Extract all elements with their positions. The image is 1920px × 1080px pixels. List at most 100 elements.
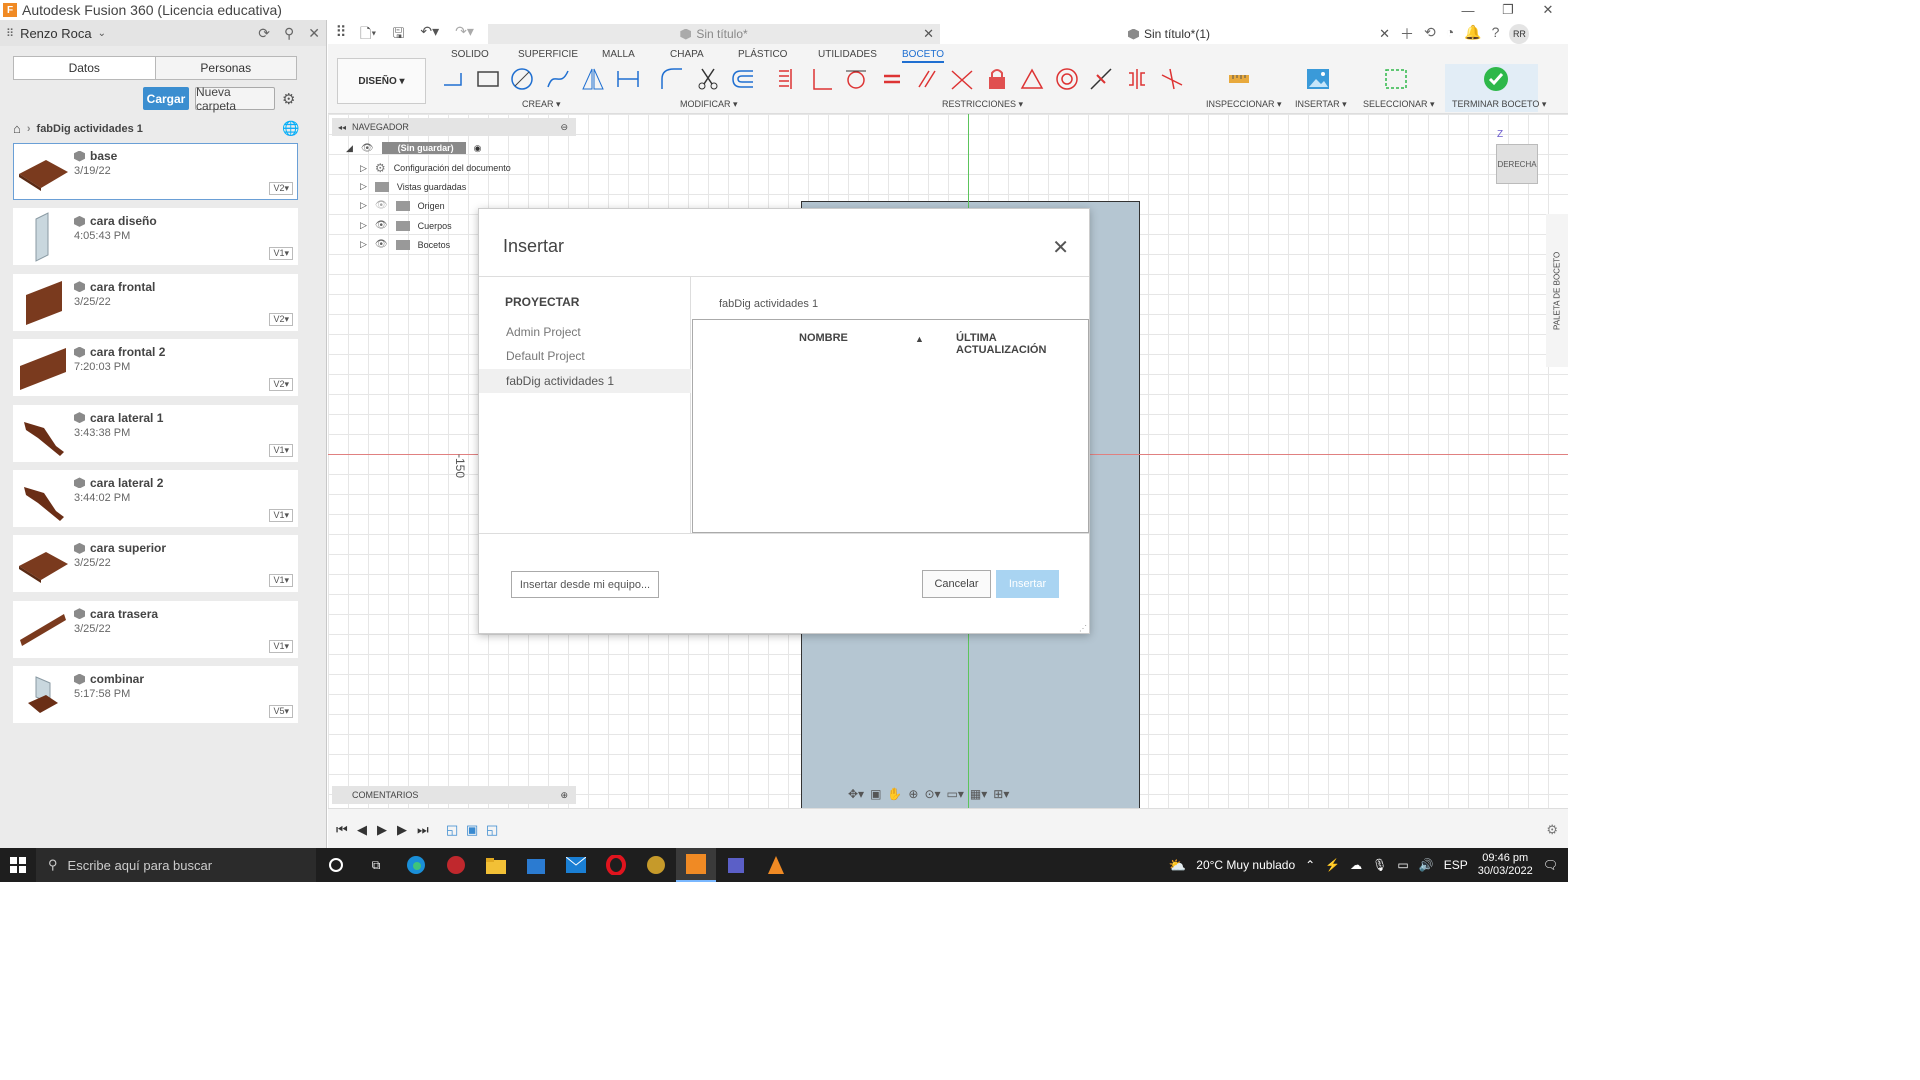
spline-tool-icon[interactable] xyxy=(545,66,571,92)
browser-item-config[interactable]: ▷ ⚙ Configuración del documento xyxy=(360,161,511,175)
grid-settings-icon[interactable]: ▦▾ xyxy=(970,787,987,805)
chevron-up-icon[interactable]: ⌃ xyxy=(1305,858,1315,872)
microphone-icon[interactable]: 🎙 xyxy=(1372,858,1387,872)
version-badge[interactable]: V2▾ xyxy=(269,312,293,326)
task-view-icon[interactable]: ⧉ xyxy=(356,848,396,882)
go-to-end-icon[interactable]: ⏭ xyxy=(417,822,429,838)
project-item-selected[interactable]: fabDig actividades 1 xyxy=(479,369,691,393)
file-explorer-icon[interactable] xyxy=(476,848,516,882)
browser-item-sketches[interactable]: ▷ 👁 Bocetos xyxy=(360,239,450,250)
file-item[interactable]: combinar 5:17:58 PM V5▾ xyxy=(13,666,298,724)
orbit-icon[interactable]: ✥▾ xyxy=(848,787,864,805)
app-grid-icon[interactable]: ⠿ xyxy=(328,20,354,44)
cancel-button[interactable]: Cancelar xyxy=(922,570,991,598)
tab-plastico[interactable]: PLÁSTICO xyxy=(738,49,787,60)
look-at-icon[interactable]: ▣ xyxy=(870,787,881,805)
finish-sketch-label[interactable]: TERMINAR BOCETO ▾ xyxy=(1452,99,1546,110)
close-tab-icon[interactable]: ✕ xyxy=(923,26,934,42)
version-badge[interactable]: V1▾ xyxy=(269,443,293,457)
select-window-icon[interactable] xyxy=(1383,66,1409,92)
zoom-icon[interactable]: ⊕ xyxy=(908,787,918,805)
expand-triangle-icon[interactable]: ▷ xyxy=(360,220,367,231)
measure-tool-icon[interactable] xyxy=(1226,66,1252,92)
teams-icon[interactable] xyxy=(716,848,756,882)
version-badge[interactable]: V1▾ xyxy=(269,508,293,522)
tab-solido[interactable]: SOLIDO xyxy=(451,49,489,60)
chevron-down-icon[interactable]: ⌄ xyxy=(98,28,106,39)
opera-icon[interactable] xyxy=(596,848,636,882)
file-item[interactable]: cara lateral 2 3:44:02 PM V1▾ xyxy=(13,469,298,527)
store-icon[interactable] xyxy=(516,848,556,882)
coincident-constraint-icon[interactable] xyxy=(774,66,800,92)
version-badge[interactable]: V1▾ xyxy=(269,639,293,653)
collapse-browser-icon[interactable]: ◂◂ xyxy=(338,123,346,132)
circle-tool-icon[interactable] xyxy=(509,66,535,92)
insert-image-icon[interactable] xyxy=(1305,66,1331,92)
close-dialog-icon[interactable]: ✕ xyxy=(1052,235,1069,260)
tab-chapa[interactable]: CHAPA xyxy=(670,49,704,60)
tab-sin-titulo-1[interactable]: Sin título*(1) ✕ xyxy=(942,24,1396,44)
expand-triangle-icon[interactable]: ▷ xyxy=(360,163,367,174)
fillet-tool-icon[interactable] xyxy=(659,66,685,92)
new-tab-icon[interactable]: ＋ xyxy=(1400,24,1414,44)
select-group-label[interactable]: SELECCIONAR ▾ xyxy=(1363,99,1435,110)
version-badge[interactable]: V1▾ xyxy=(269,247,293,261)
eye-icon[interactable]: 👁 xyxy=(375,239,388,250)
tab-superficie[interactable]: SUPERFICIE xyxy=(518,49,578,60)
offset-tool-icon[interactable] xyxy=(730,66,756,92)
project-item[interactable]: Admin Project xyxy=(479,320,691,344)
file-item[interactable]: cara trasera 3/25/22 V1▾ xyxy=(13,600,298,658)
clock[interactable]: 09:46 pm 30/03/2022 xyxy=(1478,852,1533,878)
vlc-icon[interactable] xyxy=(756,848,796,882)
grid-icon[interactable]: ⠿ xyxy=(6,27,14,40)
line-tool-icon[interactable] xyxy=(440,66,466,92)
mail-icon[interactable] xyxy=(556,848,596,882)
version-badge[interactable]: V2▾ xyxy=(269,182,293,195)
home-icon[interactable]: ⌂ xyxy=(13,121,21,136)
inspect-group-label[interactable]: INSPECCIONAR ▾ xyxy=(1206,99,1282,110)
eye-icon[interactable]: 👁 xyxy=(361,143,374,154)
file-item[interactable]: cara superior 3/25/22 V1▾ xyxy=(13,535,298,593)
close-tab-icon[interactable]: ✕ xyxy=(1379,26,1390,42)
browser-panel-header[interactable]: ◂◂ NAVEGADOR ⊖ xyxy=(332,118,576,136)
fit-icon[interactable]: ⊙▾ xyxy=(924,787,940,805)
refresh-icon[interactable]: ⟳ xyxy=(258,25,270,42)
play-icon[interactable]: ▶ xyxy=(377,822,387,838)
step-forward-icon[interactable]: ▶ xyxy=(397,822,407,838)
language-indicator[interactable]: ESP xyxy=(1444,858,1468,872)
file-item[interactable]: cara lateral 1 3:43:38 PM V1▾ xyxy=(13,404,298,462)
timeline-sketch-icon[interactable]: ◱ xyxy=(446,822,458,838)
battery-icon[interactable]: ▭ xyxy=(1397,858,1408,872)
collapse-triangle-icon[interactable]: ◢ xyxy=(346,143,353,154)
upload-button[interactable]: Cargar xyxy=(143,87,189,110)
browser-item-bodies[interactable]: ▷ 👁 Cuerpos xyxy=(360,220,452,231)
expand-triangle-icon[interactable]: ▷ xyxy=(360,239,367,250)
triangle-constraint-icon[interactable] xyxy=(1019,66,1045,92)
eye-hidden-icon[interactable]: 👁 xyxy=(375,200,388,211)
network-icon[interactable]: ⚡ xyxy=(1325,858,1340,872)
help-icon[interactable]: ? xyxy=(1492,24,1500,44)
pan-icon[interactable]: ✋ xyxy=(887,787,902,805)
midpoint-constraint-icon[interactable] xyxy=(1088,66,1114,92)
windows-start-icon[interactable] xyxy=(0,848,36,882)
extensions-icon[interactable]: ⟲ xyxy=(1424,24,1436,44)
radio-icon[interactable]: ◉ xyxy=(474,143,482,154)
globe-icon[interactable]: 🌐 xyxy=(282,120,299,137)
fusion360-taskbar-icon[interactable] xyxy=(676,848,716,882)
comments-panel[interactable]: COMENTARIOS ⊕ xyxy=(332,786,576,804)
column-name-header[interactable]: NOMBRE xyxy=(799,332,848,344)
create-group-label[interactable]: CREAR ▾ xyxy=(522,99,561,110)
viewports-icon[interactable]: ⊞▾ xyxy=(993,787,1009,805)
symmetry-constraint-icon[interactable] xyxy=(1124,66,1150,92)
avatar[interactable]: RR xyxy=(1509,24,1530,44)
job-status-icon[interactable]: ◔ xyxy=(1446,24,1454,44)
expand-triangle-icon[interactable]: ▷ xyxy=(360,200,367,211)
column-updated-header[interactable]: ÚLTIMA ACTUALIZACIÓN xyxy=(956,332,1088,356)
notifications-icon[interactable]: 🔔 xyxy=(1464,24,1481,44)
step-back-icon[interactable]: ◀ xyxy=(357,822,367,838)
resize-grip-icon[interactable]: ⋰ xyxy=(1079,624,1087,633)
modify-group-label[interactable]: MODIFICAR ▾ xyxy=(680,99,738,110)
gear-icon[interactable]: ⚙ xyxy=(282,90,295,108)
sort-ascending-icon[interactable]: ▲ xyxy=(915,334,924,344)
search-icon[interactable]: ⚲ xyxy=(284,25,294,42)
